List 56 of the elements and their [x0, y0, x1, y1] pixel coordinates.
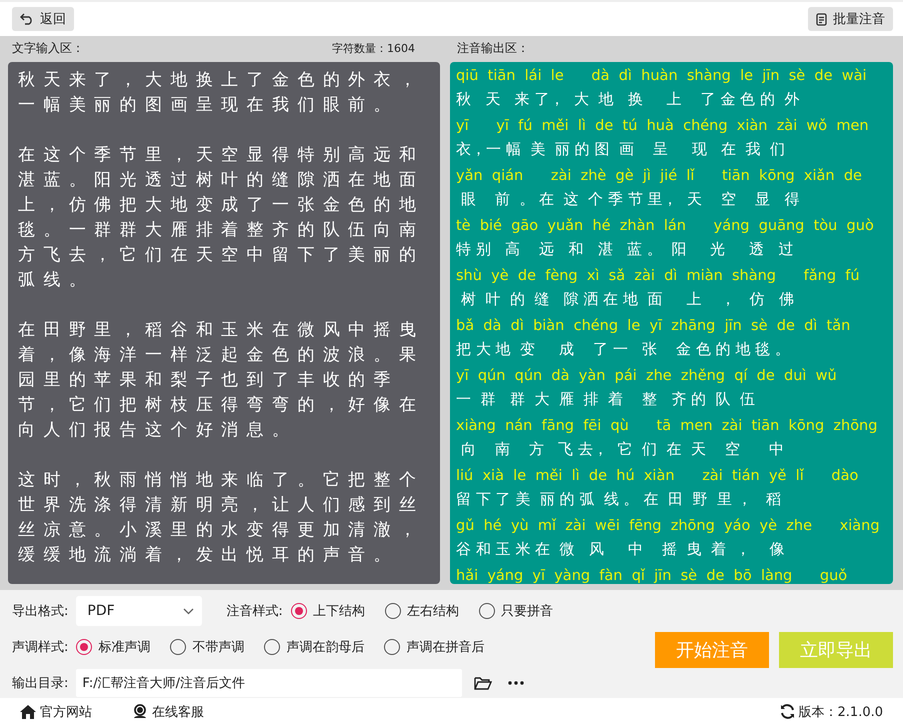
- tone-style-radio[interactable]: 标准声调: [76, 638, 150, 656]
- hanzi-line: 谷 和 玉 米 在 微 风 中 摇 曳 着 ， 像: [456, 539, 786, 560]
- pinyin-line: gǔ hé yù mǐ zài wēi fēng zhōng yáo yè zhe xiàng: [456, 517, 881, 536]
- annotation-style-radio[interactable]: 上下结构: [290, 602, 365, 620]
- tone-style-label: 声调样式:: [12, 639, 68, 656]
- output-directory-label: 输出目录:: [12, 675, 68, 692]
- more-icon: [508, 681, 524, 685]
- back-icon: [20, 13, 34, 25]
- refresh-icon: [780, 704, 795, 719]
- pinyin-line: yī qún qún dà yàn pái zhe zhěng qí de duì wǔ: [456, 367, 838, 386]
- pinyin-line: qiū tiān lái le dà dì huàn shàng le jīn sè de wài: [456, 67, 868, 86]
- hanzi-line: 把 大 地 变 成 了 一 张 金 色 的 地 毯 。: [456, 339, 791, 360]
- pinyin-line: yī yī fú měi lì de tú huà chéng xiàn zài wǒ men: [456, 117, 870, 136]
- hanzi-line: 向 南 方 飞 去， 它 们 在 天 空 中: [460, 439, 785, 460]
- annotation-style-label: 注音样式:: [226, 603, 283, 620]
- pinyin-line: hǎi yáng yī yàng fàn qǐ jīn sè de bō làng guǒ: [456, 567, 848, 584]
- hanzi-line: 衣，一 幅 美 丽 的 图 画 呈 现 在 我 们: [456, 139, 786, 160]
- tone-style-radio[interactable]: 不带声调: [170, 638, 244, 656]
- hanzi-line: 树 叶 的 缝 隙 洒 在 地 面 上 ， 仿 佛: [460, 289, 796, 310]
- version-text: 版本：2.1.0.0: [780, 702, 883, 720]
- chevron-down-icon: [183, 608, 194, 614]
- tone-style-radio[interactable]: 声调在韵母后: [264, 638, 364, 656]
- pinyin-line: shù yè de fèng xì sǎ zài dì miàn shàng fǎng fú: [456, 267, 861, 286]
- character-count: 字符数量：1604: [332, 40, 416, 56]
- online-support-link[interactable]: 在线客服: [132, 702, 204, 720]
- input-area-label: 文字输入区：: [12, 40, 85, 56]
- pinyin-line: yǎn qián zài zhè gè jì jié lǐ tiān kōng xiǎn de: [456, 167, 863, 186]
- batch-annotate-button[interactable]: 批量注音: [808, 7, 893, 31]
- text-input-area[interactable]: [8, 62, 440, 584]
- official-website-link[interactable]: 官方网站: [20, 702, 92, 720]
- input-paragraph: 在田野里，稻谷和玉米在微风中摇曳着，像海洋一样泛起金色的波浪。果园里的苹果和梨子也到了丰收的季节，它们把树枝压得弯弯的，好像在向人们报告这个好消息。: [18, 319, 426, 442]
- back-button[interactable]: 返回: [12, 7, 74, 31]
- hanzi-line: 特 别 高 远 和 湛 蓝 。 阳 光 透 过: [456, 239, 794, 260]
- annotation-style-radio[interactable]: 只要拼音: [478, 602, 553, 620]
- export-format-label: 导出格式:: [12, 603, 68, 620]
- tone-style-radio[interactable]: 声调在拼音后: [384, 638, 484, 656]
- hanzi-line: 留 下 了 美 丽 的 弧 线 。 在 田 野 里 ， 稻: [456, 489, 782, 510]
- hanzi-line: 一 群 群 大 雁 排 着 整 齐 的 队 伍: [456, 389, 756, 410]
- pinyin-line: tè bié gāo yuǎn hé zhàn lán yáng guāng tòu guò: [456, 217, 875, 236]
- pinyin-line: bǎ dà dì biàn chéng le yī zhāng jīn sè de dì tǎn: [456, 317, 852, 336]
- annotation-style-radio[interactable]: 左右结构: [384, 602, 459, 620]
- input-paragraph: 在这个季节里，天空显得特别高远和湛蓝。阳光透过树叶的缝隙洒在地面上，仿佛把大地变成了一张金色的地毯。一群群大雁排着整齐的队伍向南方飞去，它们在天空中留下了美丽的弧线。: [18, 144, 426, 292]
- output-directory-field[interactable]: F:/汇帮注音大师/注音后文件: [76, 669, 462, 697]
- pinyin-line: liú xià le měi lì de hú xiàn zài tián yě lǐ dào: [456, 467, 860, 486]
- pinyin-line: xiàng nán fāng fēi qù tā men zài tiān kōng zhōng: [456, 417, 878, 436]
- folder-button[interactable]: [474, 676, 492, 690]
- input-paragraph: 这时，秋雨悄悄地来临了。它把整个世界洗涤得清新明亮，让人们感到丝丝凉意。小溪里的水变得更加清澈，缓缓地流淌着，发出悦耳的声音。: [18, 469, 426, 567]
- more-button[interactable]: [508, 681, 524, 685]
- input-paragraph: 秋天来了，大地换上了金色的外衣，一幅美丽的图画呈现在我们眼前。: [18, 69, 426, 117]
- hanzi-line: 秋 天 来 了， 大 地 换 上 了 金 色 的 外: [456, 89, 801, 110]
- home-icon: [20, 704, 36, 718]
- export-format-dropdown[interactable]: PDF: [76, 596, 202, 626]
- output-area-label: 注音输出区：: [457, 40, 529, 56]
- hanzi-line: 眼 前 。 在 这 个 季 节 里， 天 空 显 得: [460, 189, 801, 210]
- document-icon: [816, 12, 827, 26]
- folder-icon: [474, 676, 492, 690]
